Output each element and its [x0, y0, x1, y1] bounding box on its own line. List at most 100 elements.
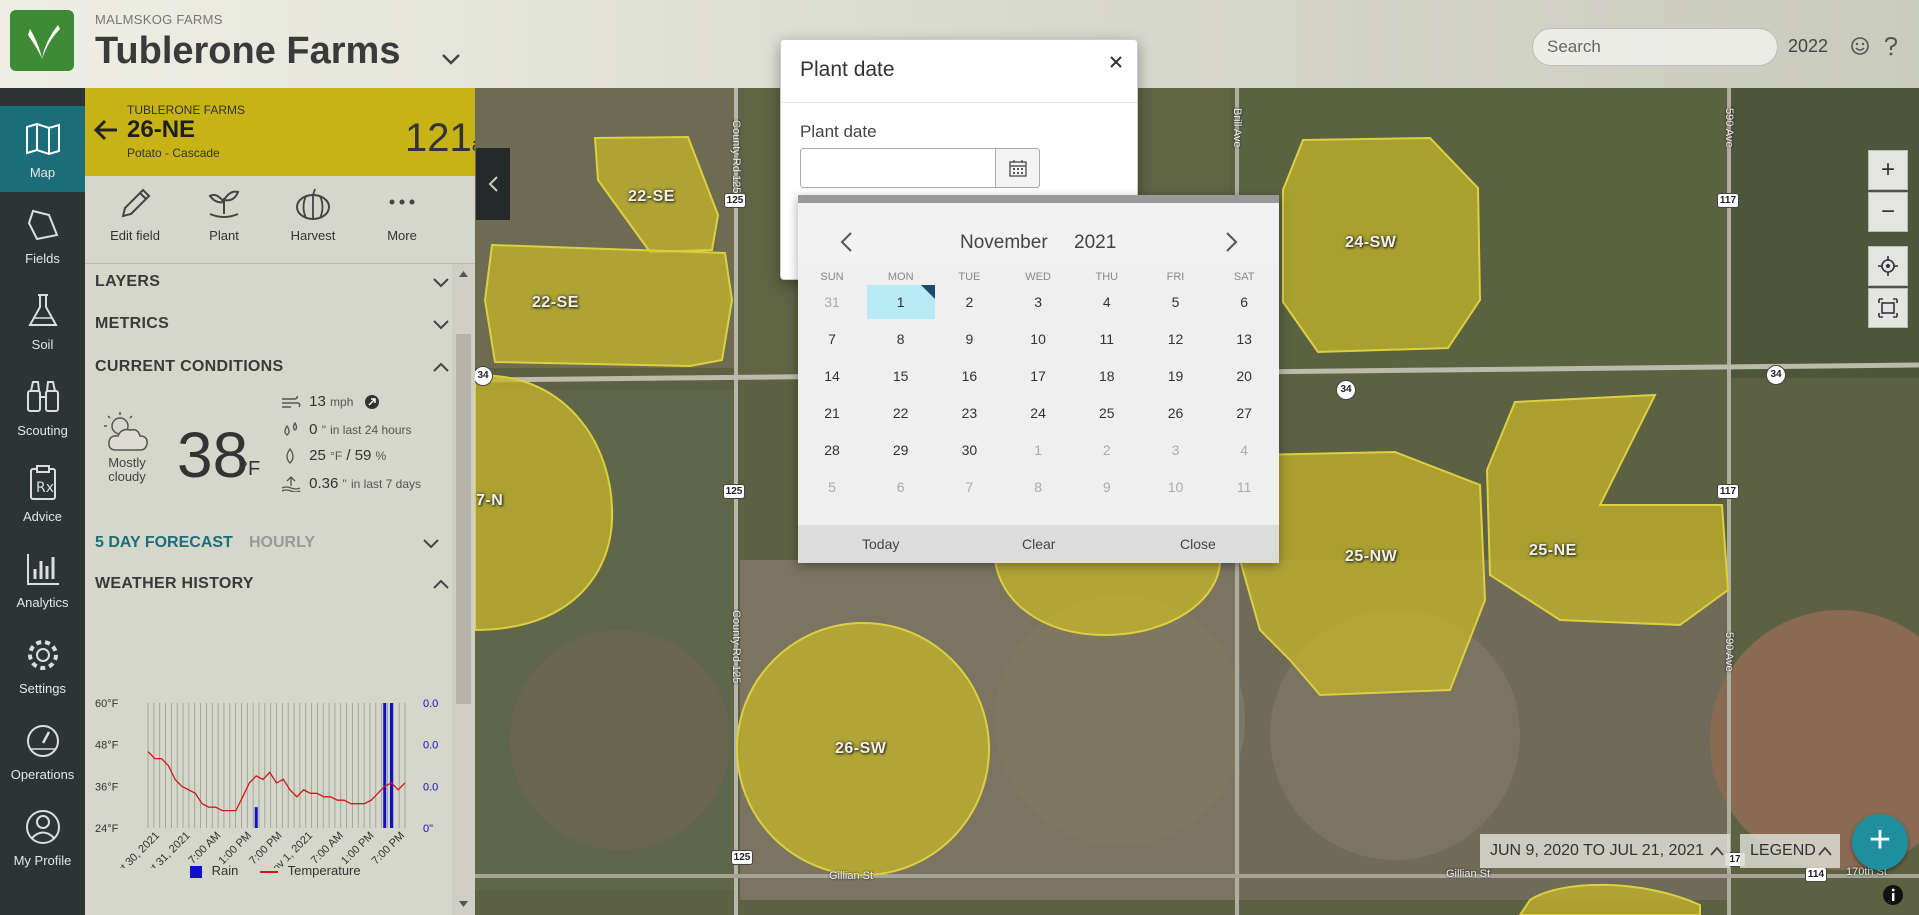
calendar-day[interactable]: 3 — [1142, 433, 1210, 467]
nav-item-scouting[interactable]: Scouting — [0, 364, 85, 450]
info-icon[interactable] — [1882, 884, 1904, 906]
help-question-icon[interactable] — [1882, 36, 1900, 56]
field-label-25nw[interactable]: 25-NW — [1345, 548, 1397, 566]
year-selector[interactable]: 2022 — [1788, 36, 1828, 57]
calendar-day[interactable]: 15 — [867, 359, 935, 393]
layers-section-toggle[interactable]: LAYERS — [95, 273, 450, 291]
calendar-day[interactable]: 25 — [1073, 396, 1141, 430]
chevron-left-icon[interactable] — [838, 231, 856, 253]
zoom-in-button[interactable]: + — [1868, 150, 1908, 190]
calendar-day[interactable]: 7 — [935, 470, 1003, 504]
calendar-day[interactable]: 17 — [1004, 359, 1072, 393]
nav-item-map[interactable]: Map — [0, 106, 85, 192]
weather-history-section-toggle[interactable]: WEATHER HISTORY — [95, 575, 450, 593]
clear-button[interactable]: Clear — [1022, 536, 1055, 552]
locate-button[interactable] — [1868, 246, 1908, 286]
calendar-day[interactable]: 23 — [935, 396, 1003, 430]
nav-item-analytics[interactable]: Analytics — [0, 536, 85, 622]
nav-item-my-profile[interactable]: My Profile — [0, 794, 85, 880]
nav-item-fields[interactable]: Fields — [0, 192, 85, 278]
calendar-day[interactable]: 6 — [1210, 285, 1278, 319]
nav-item-operations[interactable]: Operations — [0, 708, 85, 794]
calendar-day[interactable]: 16 — [935, 359, 1003, 393]
calendar-day[interactable]: 19 — [1142, 359, 1210, 393]
calendar-day[interactable]: 6 — [867, 470, 935, 504]
nav-item-advice[interactable]: Rx Advice — [0, 450, 85, 536]
panel-scrollbar[interactable] — [452, 264, 475, 915]
open-calendar-button[interactable] — [995, 148, 1040, 188]
app-logo[interactable] — [8, 8, 76, 73]
calendar-day[interactable]: 8 — [1004, 470, 1072, 504]
farm-name[interactable]: Tublerone Farms — [95, 30, 400, 73]
chevron-down-icon[interactable] — [422, 536, 440, 550]
fit-extent-button[interactable] — [1868, 288, 1908, 328]
calendar-year[interactable]: 2021 — [1074, 232, 1116, 254]
calendar-day[interactable]: 11 — [1210, 470, 1278, 504]
calendar-day[interactable]: 5 — [798, 470, 866, 504]
field-label-24sw[interactable]: 24-SW — [1345, 234, 1396, 252]
current-conditions-section-toggle[interactable]: CURRENT CONDITIONS — [95, 358, 450, 376]
calendar-day[interactable]: 12 — [1142, 322, 1210, 356]
calendar-day[interactable]: 24 — [1004, 396, 1072, 430]
calendar-day[interactable]: 22 — [867, 396, 935, 430]
more-button[interactable]: More — [357, 184, 447, 243]
harvest-button[interactable]: Harvest — [268, 184, 358, 243]
tab-hourly[interactable]: HOURLY — [249, 534, 315, 552]
metrics-section-toggle[interactable]: METRICS — [95, 315, 450, 333]
nav-item-soil[interactable]: Soil — [0, 278, 85, 364]
calendar-day[interactable]: 4 — [1210, 433, 1278, 467]
calendar-day[interactable]: 26 — [1142, 396, 1210, 430]
calendar-day[interactable]: 13 — [1210, 322, 1278, 356]
field-label-7n[interactable]: 7-N — [476, 492, 503, 510]
calendar-day[interactable]: 5 — [1142, 285, 1210, 319]
calendar-day[interactable]: 29 — [867, 433, 935, 467]
calendar-day[interactable]: 9 — [1073, 470, 1141, 504]
legend-toggle[interactable]: LEGEND — [1740, 834, 1840, 868]
plant-button[interactable]: Plant — [179, 184, 269, 243]
date-range-selector[interactable]: JUN 9, 2020 TO JUL 21, 2021 — [1480, 834, 1730, 868]
calendar-day[interactable]: 11 — [1073, 322, 1141, 356]
chevron-down-icon[interactable] — [440, 48, 462, 70]
feedback-smile-icon[interactable] — [1850, 36, 1870, 56]
calendar-day[interactable]: 3 — [1004, 285, 1072, 319]
calendar-day[interactable]: 28 — [798, 433, 866, 467]
calendar-day[interactable]: 8 — [867, 322, 935, 356]
search-input[interactable] — [1532, 28, 1778, 66]
calendar-day[interactable]: 9 — [935, 322, 1003, 356]
scroll-down-icon[interactable] — [458, 900, 469, 908]
calendar-day[interactable]: 20 — [1210, 359, 1278, 393]
edit-field-button[interactable]: Edit field — [90, 184, 180, 243]
calendar-day[interactable]: 2 — [1073, 433, 1141, 467]
chevron-right-icon[interactable] — [1222, 231, 1240, 253]
plant-date-input[interactable] — [800, 148, 996, 188]
calendar-day[interactable]: 14 — [798, 359, 866, 393]
calendar-day[interactable]: 10 — [1142, 470, 1210, 504]
calendar-day[interactable]: 2 — [935, 285, 1003, 319]
calendar-day[interactable]: 4 — [1073, 285, 1141, 319]
calendar-day[interactable]: 7 — [798, 322, 866, 356]
close-icon[interactable] — [1108, 54, 1124, 70]
calendar-day[interactable]: 1 — [1004, 433, 1072, 467]
zoom-out-button[interactable]: − — [1868, 192, 1908, 232]
back-arrow-icon[interactable] — [93, 118, 119, 142]
field-label-22se-a[interactable]: 22-SE — [628, 188, 675, 206]
field-label-26sw[interactable]: 26-SW — [835, 740, 886, 758]
scroll-up-icon[interactable] — [458, 270, 469, 278]
calendar-month[interactable]: November — [960, 232, 1048, 254]
scrollbar-thumb[interactable] — [456, 334, 471, 704]
calendar-day[interactable]: 10 — [1004, 322, 1072, 356]
calendar-day[interactable]: 21 — [798, 396, 866, 430]
collapse-panel-button[interactable] — [476, 148, 510, 220]
calendar-day[interactable]: 18 — [1073, 359, 1141, 393]
add-fab-button[interactable]: + — [1852, 814, 1908, 870]
tab-5-day-forecast[interactable]: 5 DAY FORECAST — [95, 534, 233, 552]
calendar-day[interactable]: 30 — [935, 433, 1003, 467]
calendar-day[interactable]: 31 — [798, 285, 866, 319]
calendar-day[interactable]: 27 — [1210, 396, 1278, 430]
today-button[interactable]: Today — [862, 536, 899, 552]
field-label-25ne[interactable]: 25-NE — [1529, 542, 1577, 560]
field-label-22se-b[interactable]: 22-SE — [532, 294, 579, 312]
nav-item-settings[interactable]: Settings — [0, 622, 85, 708]
close-button[interactable]: Close — [1180, 536, 1216, 552]
calendar-day[interactable]: 1 — [866, 285, 935, 319]
